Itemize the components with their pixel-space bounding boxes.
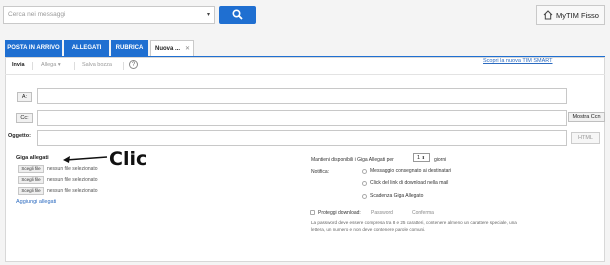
file-status: nessun file selezionato <box>47 177 98 183</box>
confirm-field[interactable]: Conferma <box>412 210 434 216</box>
days-value: 1 <box>417 155 421 161</box>
notify-label: Notifica: <box>311 169 330 175</box>
subject-label: Oggetto: <box>8 133 31 139</box>
tab-label: RUBRICA <box>115 45 144 51</box>
search-button[interactable] <box>219 6 256 24</box>
choose-file-button[interactable]: Scegli file <box>18 187 44 195</box>
password-field[interactable]: Password <box>371 210 393 216</box>
annotation-label: Clic <box>109 148 148 170</box>
tab-allegati[interactable]: ALLEGATI <box>64 40 109 57</box>
show-ccn-button[interactable]: Mostra Ccn <box>568 112 605 122</box>
divider <box>123 62 124 70</box>
add-attachments-link[interactable]: Aggiungi allegati <box>16 199 56 205</box>
help-icon[interactable]: ? <box>129 60 138 69</box>
choose-file-button[interactable]: Scegli file <box>18 176 44 184</box>
stepper-icon: ⬍ <box>421 155 425 160</box>
notify-option: Scadenza Giga Allegato <box>370 193 424 199</box>
html-toggle[interactable]: HTML <box>571 132 600 144</box>
notify-option: Messaggio consegnato ai destinatari <box>370 168 452 174</box>
file-status: nessun file selezionato <box>47 166 98 172</box>
tab-nuova[interactable]: Nuova ... ✕ <box>150 40 194 57</box>
choose-file-button[interactable]: Scegli file <box>18 165 44 173</box>
cc-button[interactable]: Cc: <box>16 113 33 123</box>
tab-label: POSTA IN ARRIVO <box>7 45 60 51</box>
new-smart-link[interactable]: Scopri la nuova TIM SMART <box>483 58 553 64</box>
notify-radio[interactable] <box>362 169 367 174</box>
notify-radio[interactable] <box>362 181 367 186</box>
subject-field[interactable] <box>37 130 567 146</box>
attachments-heading: Giga allegati <box>16 155 49 161</box>
keep-label: Mantieni disponibili i Giga Allegati per <box>311 157 394 163</box>
attach-button[interactable]: Allega ▾ <box>41 62 61 68</box>
password-hint: La password deve essere compresa tra 8 e… <box>311 220 517 225</box>
tab-label: ALLEGATI <box>71 45 102 51</box>
file-status: nessun file selezionato <box>47 188 98 194</box>
to-button[interactable]: A: <box>17 92 32 102</box>
send-button[interactable]: Invia <box>12 62 25 68</box>
days-suffix: giorni <box>434 157 447 163</box>
divider <box>32 62 33 70</box>
days-select[interactable]: 1 ⬍ <box>413 153 430 162</box>
password-hint: lettera, un numero e non deve contenere … <box>311 227 426 232</box>
search-input[interactable]: Cerca nei messaggi ▾ <box>3 6 215 24</box>
arrow-icon <box>63 156 108 163</box>
protect-label: Proteggi download: <box>318 210 361 216</box>
cc-field[interactable] <box>37 110 567 126</box>
save-draft-button[interactable]: Salva bozza <box>82 62 112 68</box>
search-placeholder: Cerca nei messaggi <box>8 11 66 18</box>
home-icon <box>543 10 553 20</box>
tab-posta-in-arrivo[interactable]: POSTA IN ARRIVO <box>5 40 62 57</box>
mytim-fisso-button[interactable]: MyTIM Fisso <box>536 5 605 25</box>
search-icon <box>232 9 243 20</box>
mytim-label: MyTIM Fisso <box>556 11 599 20</box>
divider <box>74 62 75 70</box>
notify-option: Click del link di download nella mail <box>370 180 449 186</box>
compose-toolbar: Invia Allega ▾ Salva bozza ? Scopri la n… <box>5 57 605 75</box>
notify-radio[interactable] <box>362 194 367 199</box>
tab-rubrica[interactable]: RUBRICA <box>111 40 148 57</box>
tab-label: Nuova ... <box>155 46 181 52</box>
to-field[interactable] <box>37 88 567 104</box>
protect-checkbox[interactable] <box>310 210 315 215</box>
chevron-down-icon[interactable]: ▾ <box>207 11 210 18</box>
